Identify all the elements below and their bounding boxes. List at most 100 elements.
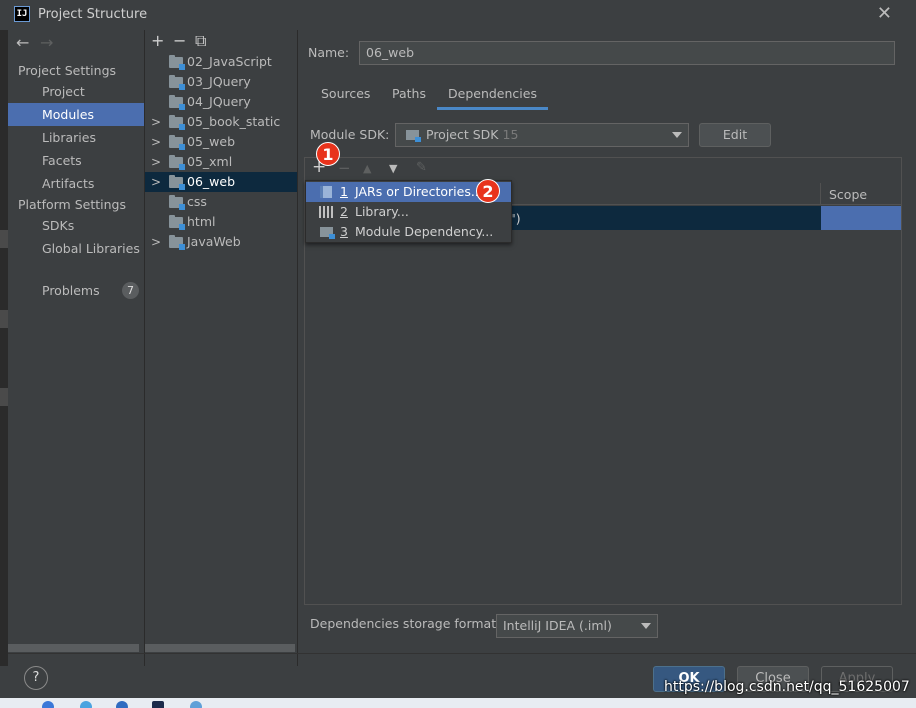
tree-scrollbar[interactable]: [145, 644, 295, 652]
divider: [8, 653, 916, 654]
copy-module-icon[interactable]: ⧉: [195, 31, 217, 51]
tree-item-label: 02_JavaScript: [187, 54, 272, 69]
taskbar-app-icon[interactable]: [42, 701, 54, 708]
taskbar-app-icon[interactable]: [190, 701, 202, 708]
tree-item-css[interactable]: css: [145, 192, 297, 212]
forward-arrow-icon[interactable]: →: [40, 33, 64, 52]
edit-sdk-button[interactable]: Edit: [699, 123, 771, 147]
move-down-icon[interactable]: ▼: [389, 162, 397, 175]
tree-item-label: html: [187, 214, 216, 229]
chevron-right-icon[interactable]: >: [151, 112, 161, 132]
tree-item-html[interactable]: html: [145, 212, 297, 232]
tree-item-03-jquery[interactable]: 03_JQuery: [145, 72, 297, 92]
column-separator: [820, 183, 821, 205]
sidebar-item-modules[interactable]: Modules: [8, 103, 144, 126]
menu-item-number: 1: [340, 184, 348, 199]
menu-item-library[interactable]: 2 Library...: [306, 202, 511, 222]
tree-item-label: 05_xml: [187, 154, 233, 169]
tree-item-05-book-static[interactable]: >05_book_static: [145, 112, 297, 132]
table-row-scope-cell[interactable]: [821, 206, 901, 230]
chevron-right-icon[interactable]: >: [151, 152, 161, 172]
edit-dependency-icon[interactable]: ✎: [416, 160, 427, 175]
library-icon: [319, 206, 333, 218]
sidebar-item-libraries[interactable]: Libraries: [8, 126, 144, 149]
chevron-right-icon[interactable]: >: [151, 232, 161, 252]
tree-item-label: 05_book_static: [187, 114, 281, 129]
add-module-icon[interactable]: +: [151, 31, 173, 50]
storage-format-select[interactable]: IntelliJ IDEA (.iml): [496, 614, 658, 638]
tree-toolbar: + − ⧉: [151, 31, 217, 51]
help-button[interactable]: ?: [24, 666, 48, 690]
menu-item-number: 3: [340, 224, 348, 239]
editor-edge-mark: [0, 230, 8, 248]
module-folder-icon: [169, 95, 185, 110]
chevron-down-icon: [641, 623, 651, 629]
sidebar-item-problems[interactable]: Problems 7: [8, 279, 144, 302]
module-icon: [320, 227, 335, 239]
sidebar-item-sdks[interactable]: SDKs: [8, 214, 144, 237]
editor-edge-mark: [0, 388, 8, 406]
sdk-folder-icon: [406, 130, 421, 142]
taskbar: [0, 698, 916, 708]
module-folder-icon: [169, 215, 185, 230]
intellij-app-icon: IJ: [14, 6, 30, 22]
menu-item-number: 2: [340, 204, 348, 219]
tree-item-04-jquery[interactable]: 04_JQuery: [145, 92, 297, 112]
module-sdk-label: Module SDK:: [310, 127, 390, 142]
tree-item-05-web[interactable]: >05_web: [145, 132, 297, 152]
module-folder-icon: [169, 155, 185, 170]
module-name-input[interactable]: 06_web: [359, 41, 895, 65]
title-bar: IJ Project Structure ✕: [0, 0, 916, 30]
name-label: Name:: [308, 45, 350, 60]
chevron-down-icon: [672, 132, 682, 138]
editor-edge-mark: [0, 310, 8, 328]
tab-paths[interactable]: Paths: [392, 86, 426, 110]
menu-item-label: Module Dependency...: [355, 224, 494, 239]
nav-arrows: ← →: [16, 33, 64, 52]
module-folder-icon: [169, 175, 185, 190]
remove-module-icon[interactable]: −: [173, 31, 195, 50]
project-settings-header: Project Settings: [18, 63, 117, 78]
tree-item-05-xml[interactable]: >05_xml: [145, 152, 297, 172]
problems-count-badge: 7: [122, 282, 139, 299]
tab-sources[interactable]: Sources: [321, 86, 370, 110]
taskbar-app-icon[interactable]: [80, 701, 92, 708]
annotation-marker-2: 2: [476, 179, 500, 203]
tree-item-06-web[interactable]: >06_web: [145, 172, 297, 192]
annotation-marker-1: 1: [316, 142, 340, 166]
module-folder-icon: [169, 195, 185, 210]
sdk-value: Project SDK: [426, 127, 499, 142]
platform-settings-header: Platform Settings: [18, 197, 126, 212]
storage-format-value: IntelliJ IDEA (.iml): [503, 618, 612, 633]
tree-item-javaweb[interactable]: > JavaWeb: [145, 232, 297, 252]
module-tree: + − ⧉ 02_JavaScript 03_JQuery 04_JQuery >05_b…: [145, 30, 297, 666]
sidebar-item-artifacts[interactable]: Artifacts: [8, 172, 144, 195]
taskbar-app-icon[interactable]: [116, 701, 128, 708]
tree-item-label: css: [187, 194, 207, 209]
taskbar-app-icon[interactable]: [152, 701, 164, 708]
scope-column-header[interactable]: Scope: [829, 187, 867, 202]
chevron-right-icon[interactable]: >: [151, 172, 161, 192]
remove-dependency-icon[interactable]: −: [338, 159, 351, 177]
menu-item-label: Library...: [355, 204, 409, 219]
menu-item-module-dependency[interactable]: 3 Module Dependency...: [306, 222, 511, 242]
tree-item-label: 05_web: [187, 134, 236, 149]
move-up-icon[interactable]: ▲: [363, 162, 371, 175]
module-folder-icon: [169, 115, 185, 130]
module-sdk-select[interactable]: Project SDK 15: [395, 123, 689, 147]
storage-format-label: Dependencies storage format:: [310, 616, 501, 631]
jar-icon: [320, 186, 332, 198]
sidebar-item-facets[interactable]: Facets: [8, 149, 144, 172]
module-folder-icon: [169, 55, 185, 70]
sdk-version: 15: [502, 127, 519, 142]
chevron-right-icon[interactable]: >: [151, 132, 161, 152]
tree-item-02-javascript[interactable]: 02_JavaScript: [145, 52, 297, 72]
back-arrow-icon[interactable]: ←: [16, 33, 40, 52]
sidebar-scrollbar[interactable]: [8, 644, 139, 652]
tree-item-label: 04_JQuery: [187, 94, 251, 109]
menu-item-label: JARs or Directories...: [355, 184, 483, 199]
tab-dependencies[interactable]: Dependencies: [437, 86, 548, 110]
close-window-icon[interactable]: ✕: [877, 3, 892, 24]
sidebar-item-project[interactable]: Project: [8, 80, 144, 103]
sidebar-item-global-libraries[interactable]: Global Libraries: [8, 237, 144, 260]
